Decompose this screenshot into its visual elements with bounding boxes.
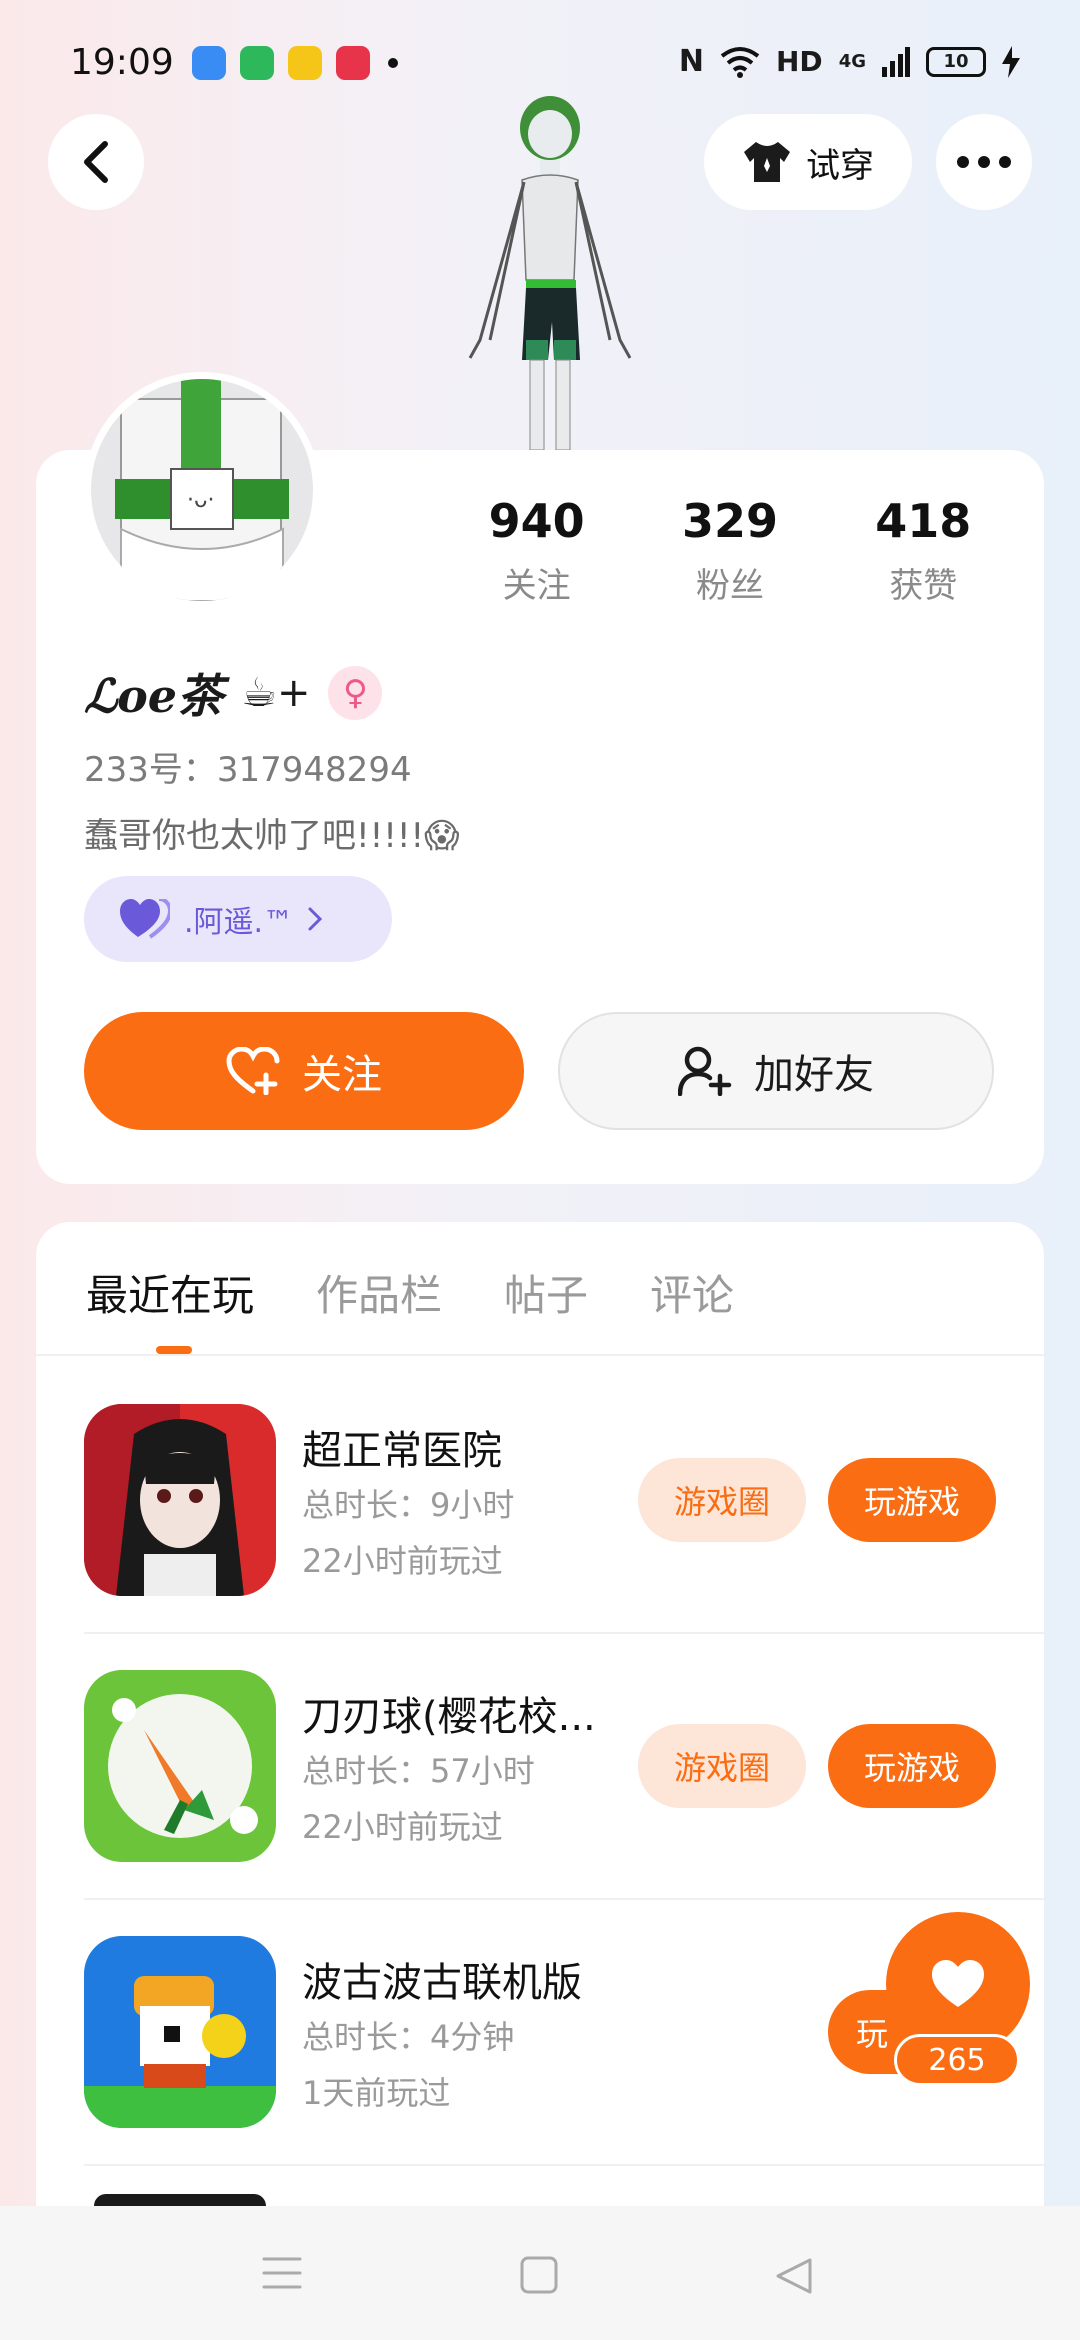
wifi-icon bbox=[720, 46, 760, 78]
game-playtime: 总时长：9小时 bbox=[302, 1486, 515, 1524]
profile-stats: 940 关注 329 粉丝 418 获赞 bbox=[440, 494, 1020, 607]
like-count: 265 bbox=[894, 2034, 1020, 2086]
notification-app-icon bbox=[336, 46, 370, 80]
try-on-label: 试穿 bbox=[806, 145, 874, 186]
game-last-played: 22小时前玩过 bbox=[302, 1542, 503, 1580]
stat-likes[interactable]: 418 获赞 bbox=[827, 494, 1020, 607]
more-notifications-icon bbox=[388, 58, 398, 68]
stat-label: 粉丝 bbox=[695, 566, 764, 606]
signal-icon bbox=[882, 46, 910, 77]
tshirt-icon bbox=[744, 142, 790, 182]
notification-app-icon bbox=[288, 46, 322, 80]
stat-value: 418 bbox=[875, 494, 972, 548]
system-nav-bar bbox=[0, 2206, 1080, 2340]
stat-value: 940 bbox=[488, 494, 585, 548]
svg-text:·ᴗ·: ·ᴗ· bbox=[187, 488, 214, 513]
profile-tabs: 最近在玩 作品栏 帖子 评论 bbox=[86, 1262, 734, 1323]
try-on-button[interactable]: 试穿 bbox=[704, 114, 912, 210]
user-id: 233号：317948294 bbox=[84, 750, 412, 790]
stat-label: 关注 bbox=[502, 566, 571, 606]
tab-comments[interactable]: 评论 bbox=[650, 1262, 734, 1323]
intimacy-chip[interactable]: .阿遥.™ bbox=[84, 876, 392, 962]
back-nav-icon[interactable] bbox=[774, 2256, 814, 2296]
avatar-figure-image bbox=[468, 96, 632, 450]
play-game-button[interactable]: 玩游戏 bbox=[828, 1724, 996, 1808]
tabs-divider bbox=[36, 1354, 1044, 1356]
row-divider bbox=[84, 1632, 1044, 1634]
stat-followers[interactable]: 329 粉丝 bbox=[633, 494, 826, 607]
chevron-left-icon bbox=[84, 141, 108, 183]
row-divider bbox=[84, 2164, 1044, 2166]
game-cover-image bbox=[84, 1936, 276, 2128]
avatar-image: ·ᴗ· bbox=[91, 379, 313, 601]
game-icon bbox=[84, 1404, 276, 1596]
game-title: 超正常医院 bbox=[302, 1428, 502, 1474]
username-row: ℒoe茶 ☕+ ♀ bbox=[84, 660, 383, 726]
tab-posts[interactable]: 帖子 bbox=[504, 1262, 588, 1323]
game-title: 波古波古联机版 bbox=[302, 1960, 582, 2006]
nfc-icon: N bbox=[678, 44, 704, 79]
back-button[interactable] bbox=[48, 114, 144, 210]
stat-value: 329 bbox=[681, 494, 778, 548]
charging-icon bbox=[1002, 45, 1020, 78]
status-app-icons bbox=[192, 46, 398, 80]
add-user-icon bbox=[678, 1046, 732, 1096]
tab-works[interactable]: 作品栏 bbox=[316, 1262, 442, 1323]
play-game-button[interactable]: 玩游戏 bbox=[828, 1458, 996, 1542]
list-item[interactable]: 刀刃球(樱花校... 总时长：57小时 22小时前玩过 游戏圈 玩游戏 bbox=[84, 1670, 1044, 1870]
female-gender-icon: ♀ bbox=[328, 666, 383, 720]
add-friend-button[interactable]: 加好友 bbox=[558, 1012, 994, 1130]
status-time: 19:09 bbox=[70, 42, 174, 83]
username: ℒoe茶 bbox=[84, 669, 224, 723]
game-playtime: 总时长：57小时 bbox=[302, 1752, 535, 1790]
game-last-played: 1天前玩过 bbox=[302, 2074, 451, 2112]
game-circle-button[interactable]: 游戏圈 bbox=[638, 1724, 806, 1808]
user-avatar[interactable]: ·ᴗ· bbox=[84, 372, 320, 608]
status-indicators: N HD 4G 10 bbox=[679, 44, 1020, 79]
notification-app-icon bbox=[240, 46, 274, 80]
game-cover-image bbox=[84, 1670, 276, 1862]
list-item-peek bbox=[94, 2194, 266, 2206]
row-divider bbox=[84, 1898, 1044, 1900]
game-title: 刀刃球(樱花校... bbox=[302, 1694, 596, 1740]
active-tab-indicator bbox=[156, 1346, 192, 1354]
more-horizontal-icon bbox=[957, 156, 1011, 168]
heart-plus-icon bbox=[226, 1047, 280, 1095]
game-cover-image bbox=[84, 1404, 276, 1596]
battery-icon: 10 bbox=[926, 46, 986, 77]
follow-label: 关注 bbox=[302, 1052, 382, 1098]
stat-label: 获赞 bbox=[889, 566, 958, 606]
game-icon bbox=[84, 1936, 276, 2128]
add-friend-label: 加好友 bbox=[754, 1052, 874, 1098]
stat-following[interactable]: 940 关注 bbox=[440, 494, 633, 607]
game-playtime: 总时长：4分钟 bbox=[302, 2018, 515, 2056]
signal-label: 4G bbox=[838, 51, 866, 72]
game-icon bbox=[84, 1670, 276, 1862]
list-item[interactable]: 超正常医院 总时长：9小时 22小时前玩过 游戏圈 玩游戏 bbox=[84, 1404, 1044, 1604]
battery-level: 10 bbox=[943, 51, 969, 72]
notification-app-icon bbox=[192, 46, 226, 80]
heart-icon bbox=[932, 1960, 984, 2007]
home-icon[interactable] bbox=[520, 2256, 558, 2294]
user-bio: 蠢哥你也太帅了吧!!!!!😱 bbox=[84, 816, 460, 856]
more-options-button[interactable] bbox=[936, 114, 1032, 210]
network-type-label: HD bbox=[776, 45, 823, 78]
game-last-played: 22小时前玩过 bbox=[302, 1808, 503, 1846]
tea-badge[interactable]: ☕+ bbox=[241, 670, 310, 716]
tab-recently-played[interactable]: 最近在玩 bbox=[86, 1262, 254, 1323]
chevron-right-icon bbox=[308, 907, 323, 931]
follow-button[interactable]: 关注 bbox=[84, 1012, 524, 1130]
intimacy-name: .阿遥.™ bbox=[184, 905, 294, 940]
heart-icon bbox=[120, 899, 170, 939]
menu-icon[interactable] bbox=[262, 2256, 302, 2290]
game-circle-button[interactable]: 游戏圈 bbox=[638, 1458, 806, 1542]
